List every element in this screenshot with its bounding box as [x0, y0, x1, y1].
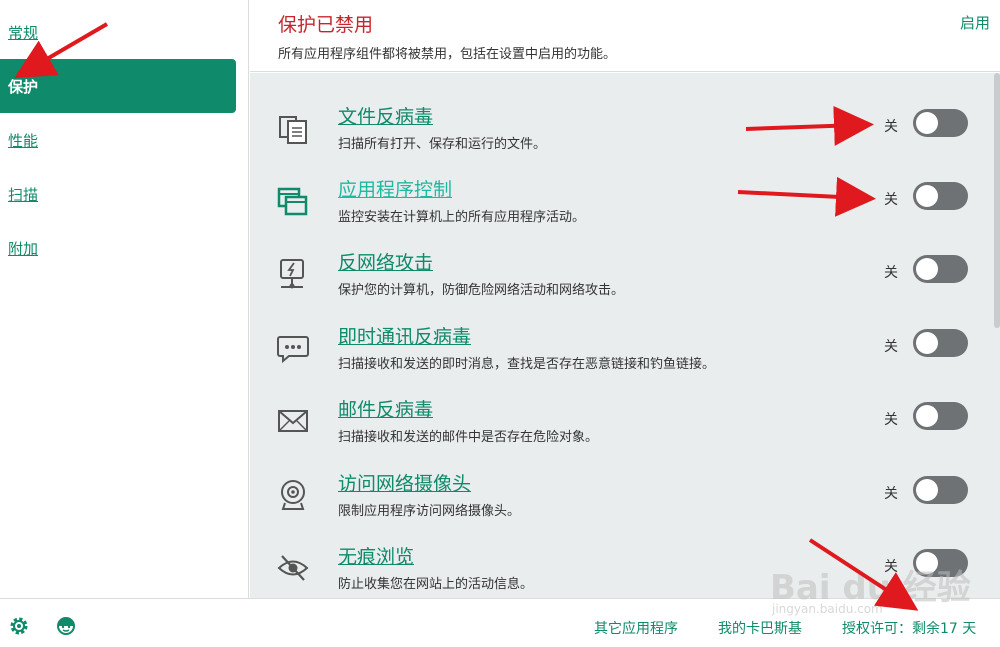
- sidebar: 常规 保护 性能 扫描 附加: [0, 0, 249, 598]
- support-agent-icon[interactable]: [55, 615, 77, 637]
- protection-header: 保护已禁用 所有应用程序组件都将被禁用，包括在设置中启用的功能。 启用: [250, 0, 1000, 72]
- component-toggle[interactable]: [913, 109, 968, 137]
- webcam-icon: [281, 480, 305, 510]
- component-state: 关: [884, 265, 898, 281]
- component-list: 文件反病毒 扫描所有打开、保存和运行的文件。 关 应用程序控制 监控安装在计算机…: [250, 73, 1000, 598]
- scrollbar[interactable]: [994, 73, 1000, 328]
- component-name[interactable]: 文件反病毒: [338, 102, 433, 129]
- component-state: 关: [884, 192, 898, 208]
- component-state: 关: [884, 412, 898, 428]
- component-name[interactable]: 即时通讯反病毒: [338, 322, 471, 349]
- sidebar-item-performance[interactable]: 性能: [0, 113, 236, 167]
- toggle-knob: [916, 112, 938, 134]
- sidebar-item-scan[interactable]: 扫描: [0, 167, 236, 221]
- network-monitor-icon: [280, 259, 304, 289]
- toggle-knob: [916, 405, 938, 427]
- toggle-knob: [916, 479, 938, 501]
- license-link[interactable]: 授权许可：剩余17 天: [842, 618, 976, 638]
- component-state: 关: [884, 339, 898, 355]
- component-name[interactable]: 无痕浏览: [338, 542, 414, 569]
- toggle-knob: [916, 332, 938, 354]
- my-kaspersky-link[interactable]: 我的卡巴斯基: [718, 618, 802, 638]
- component-toggle[interactable]: [913, 255, 968, 283]
- component-desc: 扫描所有打开、保存和运行的文件。: [338, 137, 547, 152]
- sidebar-item-general[interactable]: 常规: [0, 5, 236, 59]
- toggle-knob: [916, 258, 938, 280]
- watermark-url: jingyan.baidu.com: [772, 602, 883, 616]
- list-item: 应用程序控制 监控安装在计算机上的所有应用程序活动。 关: [250, 163, 992, 236]
- list-item: 邮件反病毒 扫描接收和发送的邮件中是否存在危险对象。 关: [250, 383, 992, 456]
- page-subtitle: 所有应用程序组件都将被禁用，包括在设置中启用的功能。: [278, 47, 617, 62]
- component-desc: 扫描接收和发送的邮件中是否存在危险对象。: [338, 430, 599, 445]
- component-desc: 防止收集您在网站上的活动信息。: [338, 577, 534, 592]
- list-item: 即时通讯反病毒 扫描接收和发送的即时消息，查找是否存在恶意链接和钓鱼链接。 关: [250, 310, 992, 383]
- gear-icon[interactable]: [8, 615, 30, 637]
- toggle-knob: [916, 185, 938, 207]
- component-state: 关: [884, 119, 898, 135]
- component-name[interactable]: 邮件反病毒: [338, 395, 433, 422]
- eye-slash-icon: [277, 555, 309, 581]
- component-name[interactable]: 应用程序控制: [338, 175, 452, 202]
- component-name[interactable]: 反网络攻击: [338, 248, 433, 275]
- enable-link[interactable]: 启用: [960, 12, 990, 33]
- list-item: 访问网络摄像头 限制应用程序访问网络摄像头。 关: [250, 457, 992, 530]
- component-toggle[interactable]: [913, 182, 968, 210]
- component-desc: 保护您的计算机，防御危险网络活动和网络攻击。: [338, 283, 625, 298]
- list-item: 反网络攻击 保护您的计算机，防御危险网络活动和网络攻击。 关: [250, 236, 992, 309]
- file-copy-icon: [279, 116, 307, 144]
- list-item: 文件反病毒 扫描所有打开、保存和运行的文件。 关: [250, 90, 992, 163]
- component-toggle[interactable]: [913, 402, 968, 430]
- envelope-icon: [278, 410, 308, 432]
- component-state: 关: [884, 486, 898, 502]
- chat-bubble-icon: [277, 336, 309, 364]
- component-toggle[interactable]: [913, 476, 968, 504]
- other-apps-link[interactable]: 其它应用程序: [594, 618, 678, 638]
- component-name[interactable]: 访问网络摄像头: [338, 469, 471, 496]
- sidebar-item-additional[interactable]: 附加: [0, 221, 236, 275]
- sidebar-item-protection[interactable]: 保护: [0, 59, 236, 113]
- component-desc: 扫描接收和发送的即时消息，查找是否存在恶意链接和钓鱼链接。: [338, 357, 716, 372]
- component-desc: 限制应用程序访问网络摄像头。: [338, 504, 521, 519]
- component-desc: 监控安装在计算机上的所有应用程序活动。: [338, 210, 586, 225]
- component-toggle[interactable]: [913, 329, 968, 357]
- app-windows-icon: [277, 187, 308, 216]
- page-title: 保护已禁用: [278, 14, 374, 36]
